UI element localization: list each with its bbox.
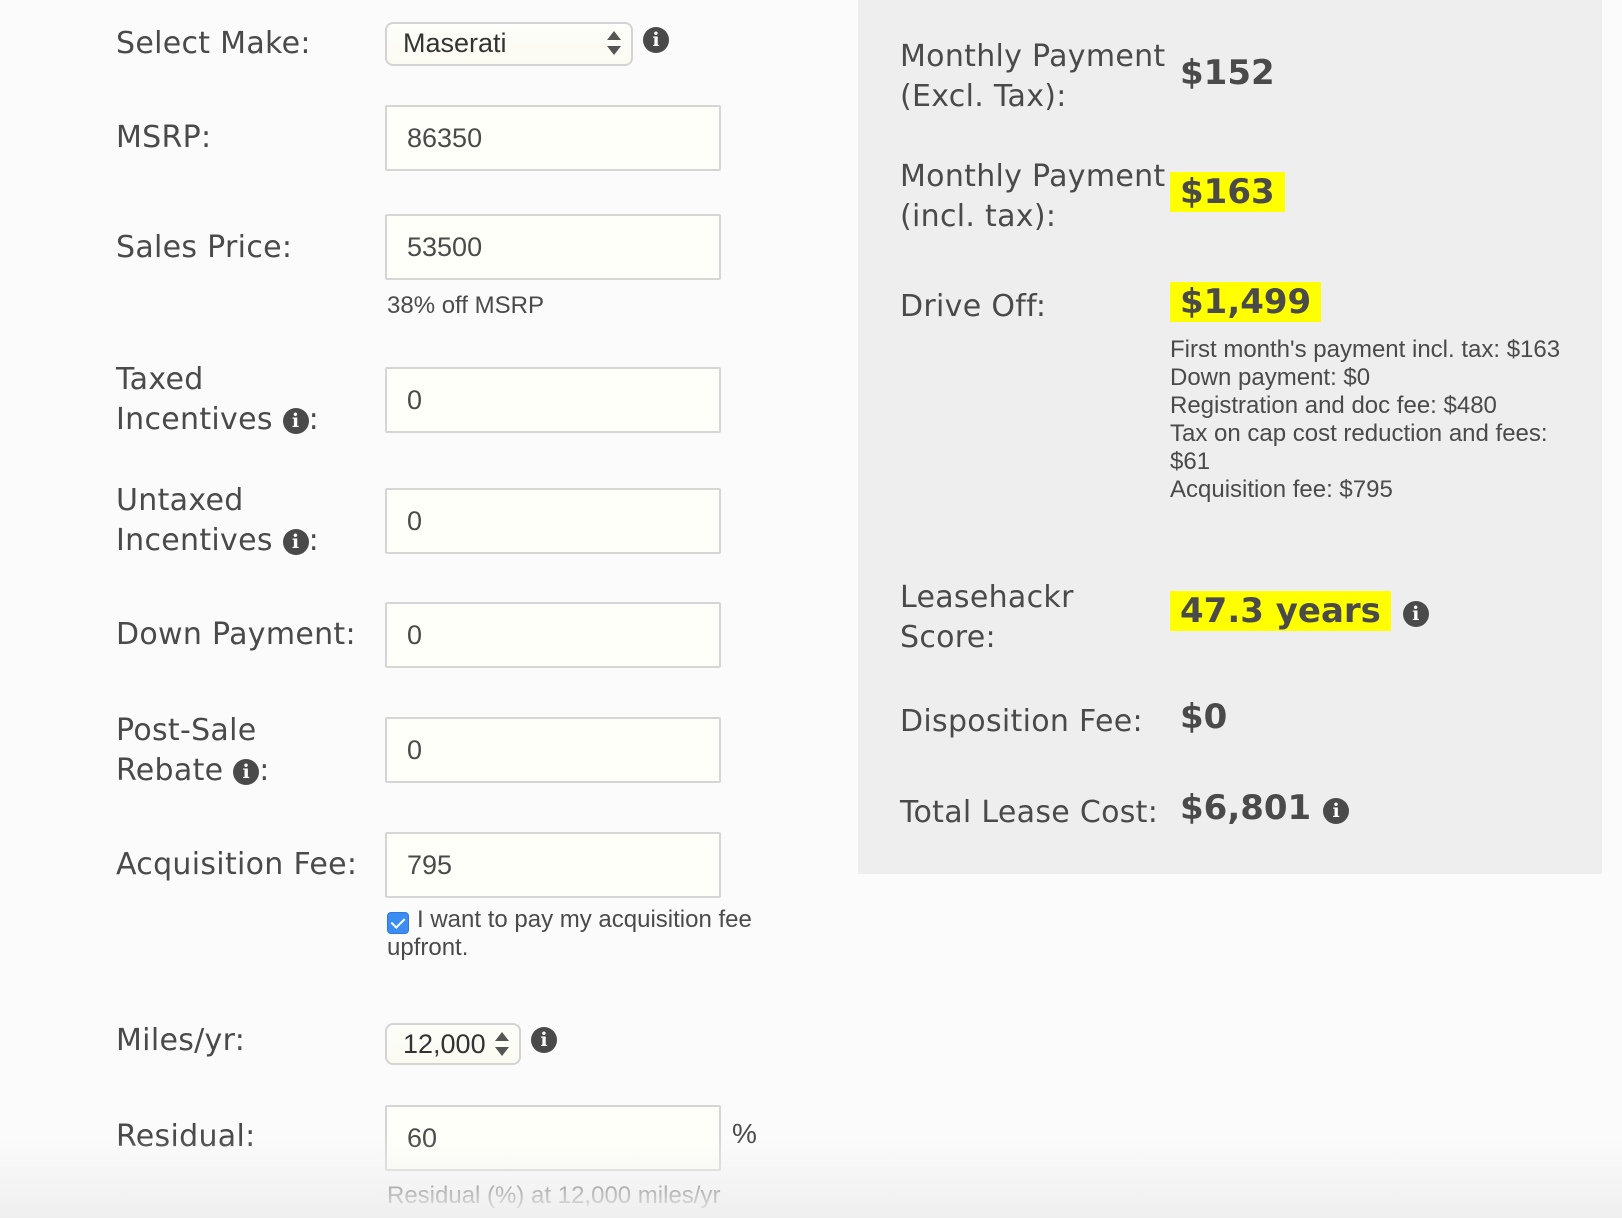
residual-percent-unit: %	[732, 1118, 757, 1149]
sales-price-input[interactable]	[385, 214, 721, 280]
disposition-fee-label: Disposition Fee:	[900, 704, 1143, 739]
down-payment-input[interactable]	[385, 602, 721, 668]
make-label: Select Make:	[116, 26, 311, 61]
score-label: Leasehackr Score:	[900, 578, 1074, 658]
taxed-incentives-info-icon[interactable]: i	[282, 408, 309, 434]
score-label-line1: Leasehackr	[900, 580, 1074, 615]
lease-calculator: Select Make: Maserati i MSRP: Sales Pric…	[0, 0, 1622, 1218]
score-value-wrap: 47.3 years i	[1170, 588, 1429, 634]
drive-off-breakdown-registration: Registration and doc fee: $480	[1170, 392, 1497, 419]
monthly-excl-label-line1: Monthly Payment	[900, 39, 1166, 74]
score-info-icon[interactable]: i	[1402, 601, 1429, 627]
drive-off-breakdown-tax: Tax on cap cost reduction and fees: $61	[1170, 420, 1548, 475]
untaxed-incentives-label-line2: Incentives	[116, 523, 273, 558]
total-lease-cost-info-icon[interactable]: i	[1323, 798, 1350, 824]
post-sale-rebate-input[interactable]	[385, 717, 721, 783]
total-lease-cost-label: Total Lease Cost:	[900, 795, 1159, 830]
acquisition-fee-label: Acquisition Fee:	[116, 847, 358, 882]
taxed-incentives-label: Taxed Incentives i:	[116, 360, 319, 440]
make-info-icon[interactable]: i	[643, 27, 669, 53]
total-lease-cost-value-wrap: $6,801 i	[1180, 785, 1350, 831]
untaxed-incentives-label: Untaxed Incentives i:	[116, 481, 319, 561]
select-arrows-icon	[607, 28, 621, 58]
miles-label: Miles/yr:	[116, 1023, 246, 1058]
down-payment-label: Down Payment:	[116, 617, 356, 652]
untaxed-incentives-label-line2-row: Incentives i:	[116, 523, 320, 558]
residual-hint: Residual (%) at 12,000 miles/yr	[387, 1182, 721, 1209]
sales-price-label: Sales Price:	[116, 230, 293, 265]
score-value: 47.3 years	[1170, 591, 1391, 631]
monthly-incl-value-wrap: $163	[1170, 169, 1285, 215]
taxed-incentives-label-line2-row: Incentives i:	[116, 402, 320, 437]
drive-off-value: $1,499	[1170, 282, 1322, 322]
untaxed-incentives-input[interactable]	[385, 488, 721, 554]
disposition-fee-value: $0	[1180, 697, 1228, 737]
total-lease-cost-value: $6,801	[1180, 788, 1312, 828]
taxed-incentives-label-line1: Taxed	[116, 362, 204, 397]
acquisition-fee-input[interactable]	[385, 832, 721, 898]
miles-select-value: 12,000	[403, 1029, 486, 1059]
post-sale-rebate-label-line1: Post-Sale	[116, 713, 257, 748]
make-select[interactable]: Maserati	[385, 22, 633, 66]
post-sale-rebate-info-icon[interactable]: i	[233, 759, 260, 785]
select-arrows-icon	[495, 1029, 509, 1059]
drive-off-label: Drive Off:	[900, 289, 1047, 324]
msrp-label: MSRP:	[116, 120, 212, 155]
monthly-incl-label-line1: Monthly Payment	[900, 159, 1166, 194]
score-label-line2: Score:	[900, 620, 996, 655]
untaxed-incentives-info-icon[interactable]: i	[282, 529, 309, 555]
post-sale-rebate-label: Post-Sale Rebate i:	[116, 711, 270, 791]
drive-off-value-wrap: $1,499	[1170, 279, 1322, 325]
post-sale-rebate-label-line2-row: Rebate i:	[116, 753, 270, 788]
drive-off-breakdown-down-payment: Down payment: $0	[1170, 364, 1371, 391]
drive-off-breakdown-acquisition: Acquisition fee: $795	[1170, 476, 1393, 503]
drive-off-breakdown-first-month: First month's payment incl. tax: $163	[1170, 336, 1561, 363]
msrp-input[interactable]	[385, 105, 721, 171]
monthly-excl-value: $152	[1180, 53, 1275, 93]
miles-select[interactable]: 12,000	[385, 1023, 521, 1065]
residual-input[interactable]	[385, 1105, 721, 1171]
monthly-incl-label-line2: (incl. tax):	[900, 199, 1057, 234]
post-sale-rebate-label-line2: Rebate	[116, 753, 224, 788]
sales-price-discount-hint: 38% off MSRP	[387, 292, 544, 319]
taxed-incentives-input[interactable]	[385, 367, 721, 433]
untaxed-incentives-label-line1: Untaxed	[116, 483, 244, 518]
acquisition-fee-upfront-label: I want to pay my acquisition fee upfront…	[387, 906, 752, 961]
monthly-excl-label: Monthly Payment (Excl. Tax):	[900, 37, 1166, 117]
monthly-incl-label: Monthly Payment (incl. tax):	[900, 157, 1166, 237]
monthly-excl-label-line2: (Excl. Tax):	[900, 79, 1067, 114]
monthly-incl-value: $163	[1170, 172, 1285, 212]
taxed-incentives-label-line2: Incentives	[116, 402, 273, 437]
make-select-value: Maserati	[403, 28, 507, 58]
miles-info-icon[interactable]: i	[531, 1027, 557, 1053]
drive-off-breakdown: First month's payment incl. tax: $163 Do…	[1170, 336, 1570, 504]
residual-label: Residual:	[116, 1119, 256, 1154]
